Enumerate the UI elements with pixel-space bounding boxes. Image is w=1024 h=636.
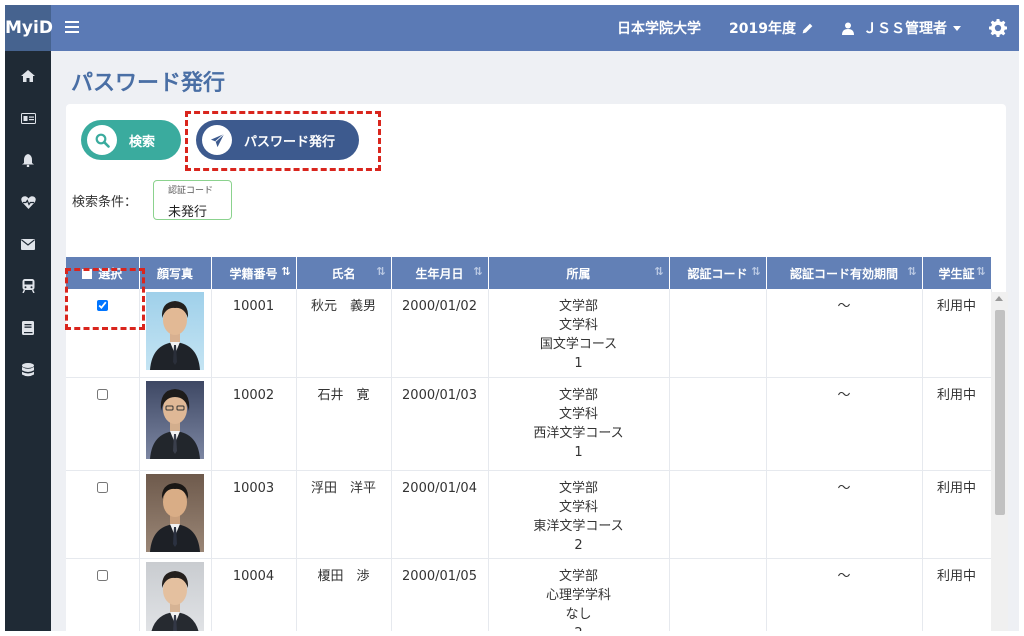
student-name: 榎田 渉 [296,558,392,631]
heartbeat-icon[interactable] [5,181,51,223]
menu-toggle-icon[interactable] [65,18,79,36]
sort-icon[interactable]: ⇅ [751,265,760,278]
student-dob: 2000/01/03 [391,377,489,471]
user-name: ＪＳＳ管理者 [863,21,947,37]
home-icon[interactable] [5,55,51,97]
user-menu[interactable]: ＪＳＳ管理者 [842,18,961,38]
auth-code [669,377,767,471]
auth-code [669,470,767,559]
col-student-card-label: 学生証 [938,266,975,281]
search-conditions-label: 検索条件： [72,195,138,210]
student-id: 10003 [211,470,297,559]
sort-icon[interactable]: ⇅ [976,265,985,278]
table-row[interactable]: 10001 秋元 義男 2000/01/02 文学部 文学科 国文学コース 1 ～ 利… [66,289,992,378]
search-button[interactable]: 検索 [81,120,181,160]
col-affiliation-label: 所属 [566,266,591,281]
student-affiliation: 文学部 文学科 東洋文学コース 2 [488,470,670,559]
train-icon[interactable] [5,265,51,307]
table-header-row: 選択 顔写真 学籍番号 ⇅ 氏名 ⇅ 生年月日 ⇅ 所属 ⇅ 認証コード ⇅ 認証コード有… [66,257,992,289]
envelope-icon[interactable] [5,223,51,265]
col-student-id[interactable]: 学籍番号 ⇅ [211,257,297,289]
sort-icon[interactable]: ⇅ [376,265,385,278]
condition-tag: 認証コード 未発行 [153,180,232,220]
student-dob: 2000/01/05 [391,558,489,631]
auth-code [669,289,767,378]
student-card-status: 利用中 [922,289,992,378]
student-card-status: 利用中 [922,377,992,471]
table-row[interactable]: 10002 石井 寛 2000/01/03 文学部 文学科 西洋文学コース 1 ～ 利… [66,377,992,471]
university-name: 日本学院大学 [617,21,702,37]
col-dob[interactable]: 生年月日 ⇅ [391,257,489,289]
code-period: ～ [766,377,923,471]
year-label: 2019年度 [729,21,796,37]
issue-button-highlight [185,111,381,171]
top-bar: MyiD 日本学院大学 2019年度 ＪＳＳ管理者 [5,5,1019,51]
condition-tag-value: 未発行 [168,205,208,220]
sort-icon[interactable]: ⇅ [473,265,482,278]
student-card-status: 利用中 [922,558,992,631]
student-id: 10002 [211,377,297,471]
book-icon[interactable] [5,307,51,349]
scroll-thumb[interactable] [995,310,1005,515]
col-name-label: 氏名 [331,266,356,281]
student-affiliation: 文学部 文学科 国文学コース 1 [488,289,670,378]
database-icon[interactable] [5,349,51,391]
row-checkbox[interactable] [96,481,108,493]
student-affiliation: 文学部 文学科 西洋文学コース 1 [488,377,670,471]
pencil-icon [802,23,813,33]
table-row[interactable]: 10004 榎田 渉 2000/01/05 文学部心理学学科なし2 ～ 利用中 [66,558,992,631]
code-period: ～ [766,470,923,559]
col-affiliation[interactable]: 所属 ⇅ [488,257,670,289]
brand-logo[interactable]: MyiD [5,5,53,51]
sort-icon[interactable]: ⇅ [281,265,290,278]
year-selector[interactable]: 2019年度 [729,18,814,38]
col-auth-code[interactable]: 認証コード ⇅ [669,257,767,289]
id-card-icon[interactable] [5,97,51,139]
student-affiliation: 文学部心理学学科なし2 [488,558,670,631]
student-photo [146,292,204,370]
col-dob-label: 生年月日 [415,266,464,281]
code-period: ～ [766,289,923,378]
col-student-card[interactable]: 学生証 ⇅ [922,257,992,289]
student-photo [146,473,204,552]
student-photo [146,561,204,631]
gear-icon[interactable] [989,19,1007,37]
student-name: 秋元 義男 [296,289,392,378]
student-table: 選択 顔写真 学籍番号 ⇅ 氏名 ⇅ 生年月日 ⇅ 所属 ⇅ 認証コード ⇅ 認証コード有… [66,257,996,631]
app-window: MyiD 日本学院大学 2019年度 ＪＳＳ管理者 パスワード発行 検索 パスワ… [5,5,1019,631]
search-button-label: 検索 [129,134,156,150]
student-card-status: 利用中 [922,470,992,559]
table-scrollbar[interactable] [991,292,1008,631]
student-dob: 2000/01/04 [391,470,489,559]
row-checkbox[interactable] [96,388,108,400]
col-auth-code-label: 認証コード [687,266,748,281]
col-photo: 顔写真 [139,257,212,289]
scroll-up-icon[interactable] [995,296,1003,301]
user-icon [842,22,854,35]
row-checkbox[interactable] [96,569,108,581]
student-id: 10004 [211,558,297,631]
col-code-period[interactable]: 認証コード有効期間 ⇅ [766,257,923,289]
code-period: ～ [766,558,923,631]
col-code-period-label: 認証コード有効期間 [789,266,898,281]
student-name: 石井 寛 [296,377,392,471]
student-dob: 2000/01/02 [391,289,489,378]
sort-icon[interactable]: ⇅ [654,265,663,278]
student-name: 浮田 洋平 [296,470,392,559]
student-id: 10001 [211,289,297,378]
col-student-id-label: 学籍番号 [229,266,278,281]
table-row[interactable]: 10003 浮田 洋平 2000/01/04 文学部 文学科 東洋文学コース 2 ～ … [66,470,992,559]
search-icon [87,125,117,155]
sidebar [5,51,51,631]
condition-tag-name: 認証コード [168,186,214,196]
page-title: パスワード発行 [71,71,226,96]
bell-icon[interactable] [5,139,51,181]
sort-icon[interactable]: ⇅ [907,265,916,278]
col-name[interactable]: 氏名 ⇅ [296,257,392,289]
auth-code [669,558,767,631]
chevron-down-icon [953,25,961,31]
checkbox-highlight [65,268,145,330]
student-photo [146,380,204,459]
